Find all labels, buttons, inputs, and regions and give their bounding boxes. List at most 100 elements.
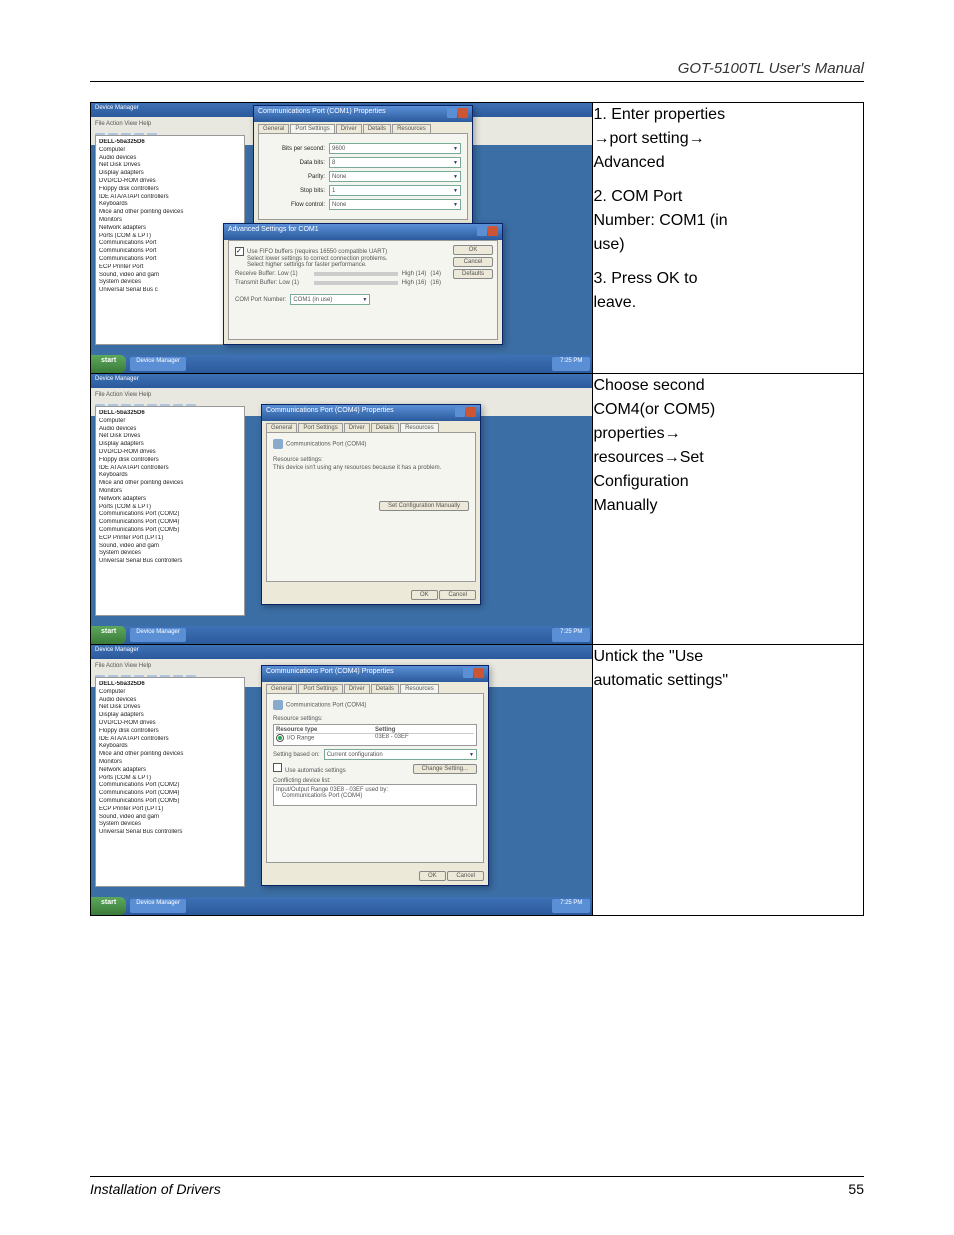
- system-tray[interactable]: 7:25 PM: [552, 628, 590, 642]
- ok-button[interactable]: OK: [411, 590, 438, 600]
- close-icon[interactable]: [458, 108, 468, 118]
- stopbits-dropdown[interactable]: 1: [329, 185, 461, 196]
- footer-section: Installation of Drivers: [90, 1181, 221, 1197]
- cancel-button[interactable]: Cancel: [447, 871, 484, 881]
- help-icon[interactable]: [447, 108, 457, 118]
- help-icon[interactable]: [463, 668, 473, 678]
- flow-dropdown[interactable]: None: [329, 199, 461, 210]
- devmgr-titlebar: Device Manager: [91, 374, 592, 388]
- instruction-text: automatic settings": [593, 669, 863, 693]
- rx-high: High (14): [402, 271, 427, 277]
- dialog-title: Communications Port (COM4) Properties: [262, 405, 480, 421]
- device-name: Communications Port (COM4): [286, 703, 366, 709]
- instruction-3: Untick the "Use automatic settings": [593, 645, 864, 916]
- cancel-button[interactable]: Cancel: [439, 590, 476, 600]
- taskbar-app[interactable]: Device Manager: [130, 628, 186, 642]
- ok-button[interactable]: OK: [453, 245, 493, 255]
- ok-button[interactable]: OK: [419, 871, 446, 881]
- tab-driver[interactable]: Driver: [344, 684, 370, 693]
- defaults-button[interactable]: Defaults: [453, 269, 493, 279]
- dialog-title: Communications Port (COM4) Properties: [262, 666, 488, 682]
- device-tree[interactable]: DELL-5ba325D6 ComputerAudio devicesNet D…: [95, 406, 245, 616]
- steps-table: Device Manager File Action View Help DEL…: [90, 102, 864, 916]
- instruction-text: resources→Set: [593, 446, 863, 470]
- devmgr-menubar: File Action View Help: [91, 388, 592, 402]
- tab-resources[interactable]: Resources: [392, 124, 431, 133]
- taskbar-app[interactable]: Device Manager: [130, 357, 186, 371]
- tab-general[interactable]: General: [266, 423, 297, 432]
- manual-header: GOT-5100TL User's Manual: [90, 60, 864, 82]
- parity-dropdown[interactable]: None: [329, 171, 461, 182]
- bps-label: Bits per second:: [265, 146, 325, 152]
- tab-details[interactable]: Details: [363, 124, 391, 133]
- manual-title: GOT-5100TL User's Manual: [678, 60, 864, 77]
- change-setting-button[interactable]: Change Setting...: [413, 764, 477, 774]
- databits-label: Data bits:: [265, 160, 325, 166]
- instruction-1: 1. Enter properties →port setting→ Advan…: [593, 103, 864, 374]
- tab-details[interactable]: Details: [371, 423, 399, 432]
- bps-dropdown[interactable]: 9600: [329, 143, 461, 154]
- instruction-text: Untick the "Use: [593, 645, 863, 669]
- start-button[interactable]: start: [91, 355, 126, 373]
- tx-high: High (16): [402, 280, 427, 286]
- section-label: Resource settings:: [273, 457, 469, 463]
- instruction-text: leave.: [593, 291, 863, 315]
- instruction-2: Choose second COM4(or COM5) properties→ …: [593, 374, 864, 645]
- based-on-label: Setting based on:: [273, 752, 320, 758]
- instruction-text: Choose second: [593, 374, 863, 398]
- instruction-text: 3. Press OK to: [593, 267, 863, 291]
- dialog-tabs: General Port Settings Driver Details Res…: [262, 682, 488, 693]
- close-icon[interactable]: [466, 407, 476, 417]
- tab-resources[interactable]: Resources: [400, 684, 439, 693]
- tab-port-settings[interactable]: Port Settings: [298, 684, 342, 693]
- flow-label: Flow control:: [265, 202, 325, 208]
- resource-bullet: [276, 734, 284, 742]
- tab-details[interactable]: Details: [371, 684, 399, 693]
- taskbar: start Device Manager 7:25 PM: [91, 355, 592, 373]
- properties-dialog-1: Communications Port (COM1) Properties Ge…: [253, 105, 473, 225]
- fifo-checkbox[interactable]: [235, 247, 244, 256]
- tab-port-settings[interactable]: Port Settings: [290, 124, 334, 133]
- dialog-tabs: General Port Settings Driver Details Res…: [254, 122, 472, 133]
- cancel-button[interactable]: Cancel: [453, 257, 493, 267]
- properties-dialog-3: Communications Port (COM4) Properties Ge…: [261, 665, 489, 886]
- device-name: Communications Port (COM4): [286, 442, 366, 448]
- device-tree[interactable]: DELL-5ba325D6 ComputerAudio devicesNet D…: [95, 677, 245, 887]
- databits-dropdown[interactable]: 8: [329, 157, 461, 168]
- tx-label: Transmit Buffer: Low (1): [235, 280, 310, 286]
- tab-driver[interactable]: Driver: [344, 423, 370, 432]
- instruction-text: COM4(or COM5): [593, 398, 863, 422]
- tab-resources[interactable]: Resources: [400, 423, 439, 432]
- tab-port-settings[interactable]: Port Settings: [298, 423, 342, 432]
- properties-dialog-2: Communications Port (COM4) Properties Ge…: [261, 404, 481, 605]
- auto-settings-label: Use automatic settings: [285, 768, 346, 774]
- taskbar: start Device Manager 7:25 PM: [91, 626, 592, 644]
- instruction-text: Manually: [593, 494, 863, 518]
- start-button[interactable]: start: [91, 626, 126, 644]
- screenshot-1: Device Manager File Action View Help DEL…: [91, 103, 593, 374]
- rx-label: Receive Buffer: Low (1): [235, 271, 310, 277]
- auto-settings-checkbox[interactable]: [273, 763, 282, 772]
- taskbar-app[interactable]: Device Manager: [130, 899, 186, 913]
- col-resource-type: Resource type: [276, 727, 375, 733]
- tab-general[interactable]: General: [266, 684, 297, 693]
- help-icon[interactable]: [455, 407, 465, 417]
- close-icon[interactable]: [474, 668, 484, 678]
- instruction-text: 1. Enter properties: [593, 103, 863, 127]
- port-icon: [273, 700, 283, 710]
- set-config-manually-button[interactable]: Set Configuration Manually: [379, 501, 469, 511]
- tab-general[interactable]: General: [258, 124, 289, 133]
- tab-driver[interactable]: Driver: [336, 124, 362, 133]
- devmgr-titlebar: Device Manager: [91, 645, 592, 659]
- page-footer: Installation of Drivers 55: [90, 1176, 864, 1197]
- help-icon[interactable]: [477, 226, 487, 236]
- start-button[interactable]: start: [91, 897, 126, 915]
- system-tray[interactable]: 7:25 PM: [552, 357, 590, 371]
- col-setting: Setting: [375, 727, 474, 733]
- comport-dropdown[interactable]: COM1 (in use): [290, 294, 370, 305]
- close-icon[interactable]: [488, 226, 498, 236]
- note-text: This device isn't using any resources be…: [273, 465, 469, 471]
- system-tray[interactable]: 7:25 PM: [552, 899, 590, 913]
- based-on-dropdown[interactable]: Current configuration: [324, 749, 477, 760]
- page-number: 55: [848, 1181, 864, 1197]
